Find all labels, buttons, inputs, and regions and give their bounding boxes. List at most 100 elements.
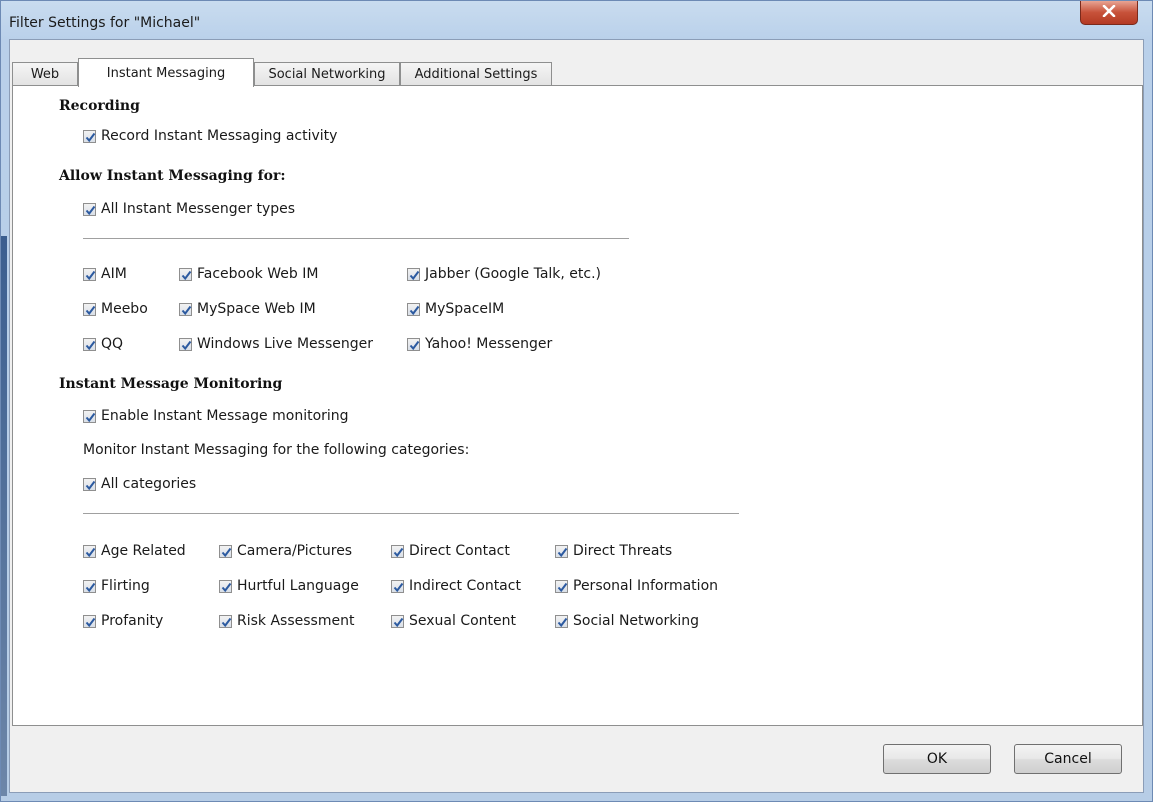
messenger-qq-checkbox[interactable]: QQ [83,336,123,352]
dialog-client-area: Web Instant Messaging Social Networking … [9,39,1144,793]
checkbox-checked-icon [83,337,96,351]
messenger-aim-checkbox[interactable]: AIM [83,266,127,282]
checkbox-checked-icon [83,477,96,491]
messenger-myspaceim-checkbox[interactable]: MySpaceIM [407,301,504,317]
checkbox-checked-icon [83,614,96,628]
tab-additional-settings-label: Additional Settings [414,67,538,82]
category-direct-threats-label: Direct Threats [573,543,673,559]
category-flirting-label: Flirting [101,578,150,594]
enable-monitoring-label: Enable Instant Message monitoring [101,408,349,424]
tab-instant-messaging[interactable]: Instant Messaging [78,58,254,87]
checkbox-checked-icon [555,544,568,558]
categories-divider [83,513,739,514]
tab-additional-settings[interactable]: Additional Settings [400,62,552,86]
category-indirect-contact-checkbox[interactable]: Indirect Contact [391,578,521,594]
dialog-window: Filter Settings for "Michael" Web Instan… [0,0,1153,802]
category-sexual-content-checkbox[interactable]: Sexual Content [391,613,516,629]
checkbox-checked-icon [555,579,568,593]
checkbox-checked-icon [83,409,96,423]
tab-web[interactable]: Web [12,62,78,86]
checkbox-checked-icon [391,614,404,628]
messenger-myspace-web-label: MySpace Web IM [197,301,316,317]
messenger-jabber-label: Jabber (Google Talk, etc.) [425,266,602,282]
all-messenger-types-checkbox[interactable]: All Instant Messenger types [83,201,295,217]
checkbox-checked-icon [219,579,232,593]
checkbox-checked-icon [219,614,232,628]
checkbox-checked-icon [407,302,420,316]
window-frame-accent [1,236,7,796]
checkbox-checked-icon [407,337,420,351]
checkbox-checked-icon [83,129,96,143]
checkbox-checked-icon [83,202,96,216]
messenger-qq-label: QQ [101,336,124,352]
checkbox-checked-icon [219,544,232,558]
checkbox-checked-icon [83,267,96,281]
category-risk-assessment-label: Risk Assessment [237,613,355,629]
close-button[interactable] [1080,1,1138,25]
messenger-myspace-web-checkbox[interactable]: MySpace Web IM [179,301,316,317]
messenger-facebook-checkbox[interactable]: Facebook Web IM [179,266,318,282]
checkbox-checked-icon [83,302,96,316]
checkbox-checked-icon [391,579,404,593]
category-sexual-content-label: Sexual Content [409,613,517,629]
tab-strip: Web Instant Messaging Social Networking … [12,58,1143,87]
window-title: Filter Settings for "Michael" [9,15,201,31]
messenger-divider [83,238,629,239]
category-direct-threats-checkbox[interactable]: Direct Threats [555,543,672,559]
category-hurtful-language-checkbox[interactable]: Hurtful Language [219,578,359,594]
category-camera-pictures-label: Camera/Pictures [237,543,353,559]
messenger-yahoo-checkbox[interactable]: Yahoo! Messenger [407,336,552,352]
category-hurtful-language-label: Hurtful Language [237,578,359,594]
category-indirect-contact-label: Indirect Contact [409,578,521,594]
all-categories-label: All categories [101,476,197,492]
category-profanity-label: Profanity [101,613,164,629]
title-bar[interactable]: Filter Settings for "Michael" [1,1,1152,39]
messenger-myspaceim-label: MySpaceIM [425,301,505,317]
cancel-button-label: Cancel [1044,751,1092,767]
category-risk-assessment-checkbox[interactable]: Risk Assessment [219,613,354,629]
checkbox-checked-icon [179,267,192,281]
all-messenger-types-label: All Instant Messenger types [101,201,296,217]
category-age-related-checkbox[interactable]: Age Related [83,543,186,559]
record-im-label: Record Instant Messaging activity [101,128,338,144]
checkbox-checked-icon [83,544,96,558]
tab-social-networking-label: Social Networking [268,67,386,82]
category-social-networking-checkbox[interactable]: Social Networking [555,613,699,629]
category-social-networking-label: Social Networking [573,613,700,629]
category-personal-information-checkbox[interactable]: Personal Information [555,578,718,594]
checkbox-checked-icon [83,579,96,593]
checkbox-checked-icon [555,614,568,628]
checkbox-checked-icon [179,302,192,316]
ok-button-label: OK [926,751,948,767]
tab-social-networking[interactable]: Social Networking [254,62,400,86]
all-categories-checkbox[interactable]: All categories [83,476,196,492]
category-camera-pictures-checkbox[interactable]: Camera/Pictures [219,543,352,559]
messenger-windows-live-checkbox[interactable]: Windows Live Messenger [179,336,373,352]
ok-button[interactable]: OK [883,744,991,774]
category-direct-contact-checkbox[interactable]: Direct Contact [391,543,510,559]
checkbox-checked-icon [407,267,420,281]
messenger-meebo-label: Meebo [101,301,148,317]
messenger-facebook-label: Facebook Web IM [197,266,319,282]
category-direct-contact-label: Direct Contact [409,543,510,559]
messenger-aim-label: AIM [101,266,127,282]
monitoring-heading: Instant Message Monitoring [59,376,283,392]
enable-monitoring-checkbox[interactable]: Enable Instant Message monitoring [83,408,349,424]
category-age-related-label: Age Related [101,543,186,559]
close-x-icon [1102,4,1116,21]
messenger-jabber-checkbox[interactable]: Jabber (Google Talk, etc.) [407,266,601,282]
tab-web-label: Web [30,67,60,82]
recording-heading: Recording [59,98,140,114]
messenger-windows-live-label: Windows Live Messenger [197,336,374,352]
allow-im-heading: Allow Instant Messaging for: [59,168,286,184]
category-profanity-checkbox[interactable]: Profanity [83,613,163,629]
messenger-yahoo-label: Yahoo! Messenger [425,336,553,352]
category-flirting-checkbox[interactable]: Flirting [83,578,150,594]
categories-caption: Monitor Instant Messaging for the follow… [83,442,470,458]
messenger-meebo-checkbox[interactable]: Meebo [83,301,148,317]
instant-messaging-panel: Recording Record Instant Messaging activ… [12,85,1143,726]
checkbox-checked-icon [179,337,192,351]
tab-instant-messaging-label: Instant Messaging [106,65,226,81]
cancel-button[interactable]: Cancel [1014,744,1122,774]
record-im-checkbox[interactable]: Record Instant Messaging activity [83,128,337,144]
